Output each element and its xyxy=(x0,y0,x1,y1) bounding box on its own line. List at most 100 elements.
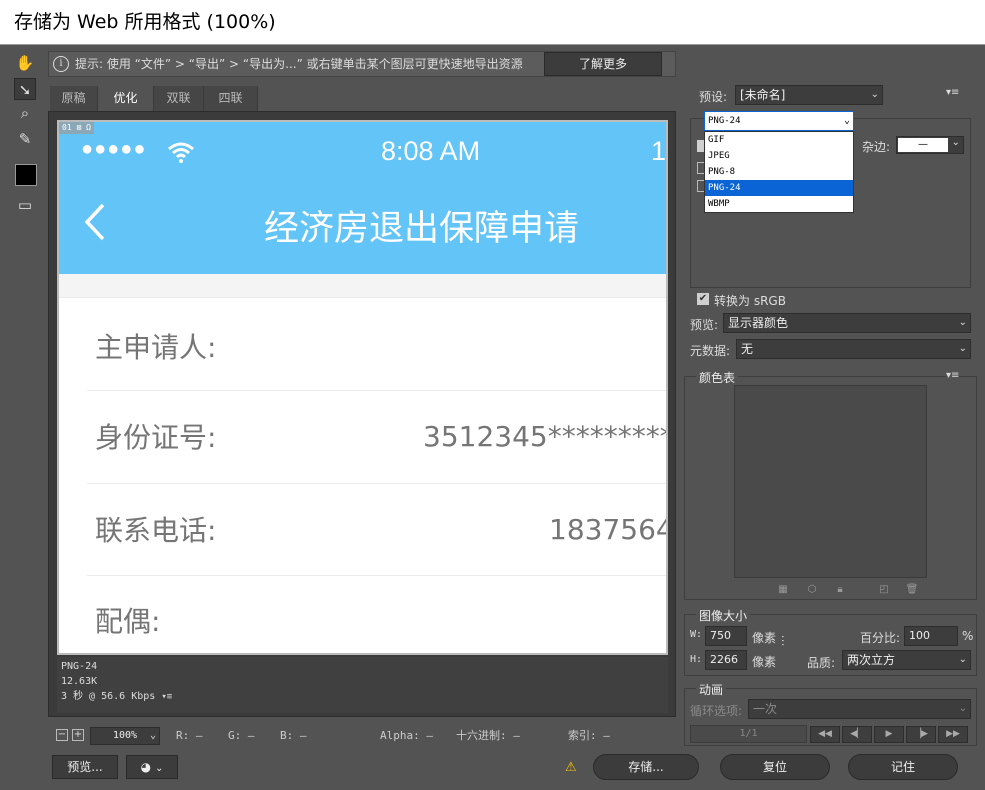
preset-select[interactable]: [未命名] ⌄ xyxy=(735,85,883,105)
convert-srgb-checkbox[interactable]: ✔ xyxy=(697,293,709,305)
prev-frame-icon[interactable]: ◀▏ xyxy=(842,726,872,743)
format-option-jpeg[interactable]: JPEG xyxy=(705,148,853,164)
hand-tool-icon[interactable]: ✋ xyxy=(14,52,36,74)
row-divider xyxy=(87,390,666,391)
width-input[interactable]: 750 xyxy=(705,626,747,646)
phone-header xyxy=(59,122,666,274)
color-table-area[interactable] xyxy=(734,385,927,578)
metadata-label: 元数据: xyxy=(690,344,731,358)
tab-optimized[interactable]: 优化 xyxy=(98,86,154,111)
format-dropdown-list: GIF JPEG PNG-8 PNG-24 WBMP xyxy=(704,131,854,213)
metadata-select[interactable]: 无 ⌄ xyxy=(736,339,971,359)
zoom-level-value: 100% xyxy=(112,730,138,741)
zoom-in-button[interactable]: + xyxy=(72,729,84,741)
matte-select[interactable]: — ⌄ xyxy=(896,136,964,154)
delete-color-icon[interactable]: 🗑︎ xyxy=(905,583,919,597)
animation-title: 动画 xyxy=(696,681,727,698)
matte-label: 杂边: xyxy=(862,140,891,154)
readout-g: G: — xyxy=(228,729,255,742)
readout-index: 索引: — xyxy=(568,729,610,742)
warning-icon: ⚠ xyxy=(565,760,577,775)
metadata-value: 无 xyxy=(741,342,754,356)
row-divider xyxy=(87,483,666,484)
percent-unit: % xyxy=(962,629,974,643)
web-shift-icon[interactable]: ⬡ xyxy=(805,583,819,597)
height-input[interactable]: 2266 xyxy=(705,650,747,670)
browser-icon: ◕ xyxy=(140,760,152,774)
format-option-wbmp[interactable]: WBMP xyxy=(705,196,853,212)
remember-button[interactable]: 记住 xyxy=(848,754,958,780)
browser-preview-select[interactable]: ◕ ⌄ xyxy=(126,755,178,779)
frame-counter: 1/1 xyxy=(690,725,807,743)
download-speed-menu-icon[interactable]: ▾≡ xyxy=(161,692,172,702)
format-option-gif[interactable]: GIF xyxy=(705,132,853,148)
image-size-title: 图像大小 xyxy=(696,607,751,624)
first-frame-icon[interactable]: ◀◀ xyxy=(810,726,840,743)
tab-2up[interactable]: 双联 xyxy=(154,86,204,111)
window-title: 存储为 Web 所用格式 (100%) xyxy=(0,0,985,45)
row-divider xyxy=(59,297,666,298)
zoom-level-select[interactable]: 100% ⌄ xyxy=(90,727,160,745)
wifi-icon xyxy=(167,140,195,164)
quality-select[interactable]: 两次立方 ⌄ xyxy=(842,650,971,670)
toggle-slices-icon[interactable]: ▭ xyxy=(14,194,36,216)
zoom-tool-icon[interactable]: ⌕ xyxy=(14,102,36,124)
play-icon[interactable]: ▶ xyxy=(874,726,904,743)
save-button[interactable]: 存储... xyxy=(593,754,699,780)
row-label-phone: 联系电话: xyxy=(95,514,217,547)
next-frame-icon[interactable]: ▕▶ xyxy=(906,726,936,743)
tab-4up[interactable]: 四联 xyxy=(204,86,258,111)
readout-r: R: — xyxy=(176,729,203,742)
chevron-down-icon: ⌄ xyxy=(951,137,960,148)
loop-value: 一次 xyxy=(753,702,778,716)
color-table-title: 颜色表 xyxy=(696,369,739,386)
width-label: W: xyxy=(690,629,703,640)
status-battery-partial: 10 xyxy=(651,136,667,166)
format-select[interactable]: PNG-24 ⌄ xyxy=(704,111,854,131)
format-option-png24[interactable]: PNG-24 xyxy=(705,180,853,196)
preview-label: 预览: xyxy=(690,318,719,332)
preview-select[interactable]: 显示器颜色 ⌄ xyxy=(723,313,971,333)
percent-label: 百分比: xyxy=(860,631,901,645)
row-label-spouse: 配偶: xyxy=(95,605,161,638)
row-value-id-number: 3512345*********** xyxy=(423,420,666,453)
readout-b: B: — xyxy=(280,729,307,742)
last-frame-icon[interactable]: ▶▶ xyxy=(938,726,968,743)
hint-text: 提示: 使用 “文件” > “导出” > “导出为...” 或右键单击某个图层可… xyxy=(75,57,523,71)
row-label-id-number: 身份证号: xyxy=(95,421,217,454)
zoom-out-button[interactable]: − xyxy=(56,729,68,741)
info-download-time: 3 秒 @ 56.6 Kbps xyxy=(61,691,156,702)
preview-button[interactable]: 预览... xyxy=(52,755,118,779)
format-option-png8[interactable]: PNG-8 xyxy=(705,164,853,180)
signal-dots: ●●●●● xyxy=(81,138,147,160)
eyedropper-tool-icon[interactable]: ✎ xyxy=(14,128,36,150)
learn-more-button[interactable]: 了解更多 xyxy=(544,52,662,76)
color-table-menu-icon[interactable]: ▾≡ xyxy=(946,370,960,381)
lock-color-icon[interactable]: 🔒︎ xyxy=(833,583,847,597)
tab-original[interactable]: 原稿 xyxy=(50,86,98,111)
info-format: PNG-24 xyxy=(61,661,98,672)
optimized-info: PNG-24 12.63K 3 秒 @ 56.6 Kbps ▾≡ xyxy=(57,657,668,713)
map-color-icon[interactable]: ▦ xyxy=(776,583,790,597)
preset-menu-icon[interactable]: ▾≡ xyxy=(946,87,959,98)
reset-button[interactable]: 复位 xyxy=(720,754,830,780)
row-value-phone: 18375646 xyxy=(549,513,666,546)
readout-hex: 十六进制: — xyxy=(456,729,520,742)
chevron-down-icon: ⌄ xyxy=(149,730,156,741)
new-color-icon[interactable]: ◰ xyxy=(877,583,891,597)
matte-swatch: — xyxy=(898,138,948,152)
chevron-down-icon: ⌄ xyxy=(958,703,967,714)
constrain-link-icon[interactable]: ⫶ xyxy=(781,634,799,660)
info-size: 12.63K xyxy=(61,676,98,687)
format-value: PNG-24 xyxy=(708,116,741,126)
slice-select-tool-icon[interactable]: ➘ xyxy=(14,78,36,100)
eyedropper-color-swatch[interactable] xyxy=(15,164,37,186)
back-chevron-icon xyxy=(83,202,107,242)
image-canvas[interactable]: 01 ⊠ Ω ●●●●● 8:08 AM 10 经济房退出保障申请 主申请人: … xyxy=(57,120,668,655)
percent-input[interactable]: 100 xyxy=(904,626,958,646)
status-time: 8:08 AM xyxy=(381,136,481,166)
chevron-down-icon: ⌄ xyxy=(958,317,967,328)
slice-badge: 01 ⊠ Ω xyxy=(59,122,94,134)
convert-srgb-label: 转换为 sRGB xyxy=(714,294,786,308)
loop-select[interactable]: 一次 ⌄ xyxy=(748,699,971,719)
